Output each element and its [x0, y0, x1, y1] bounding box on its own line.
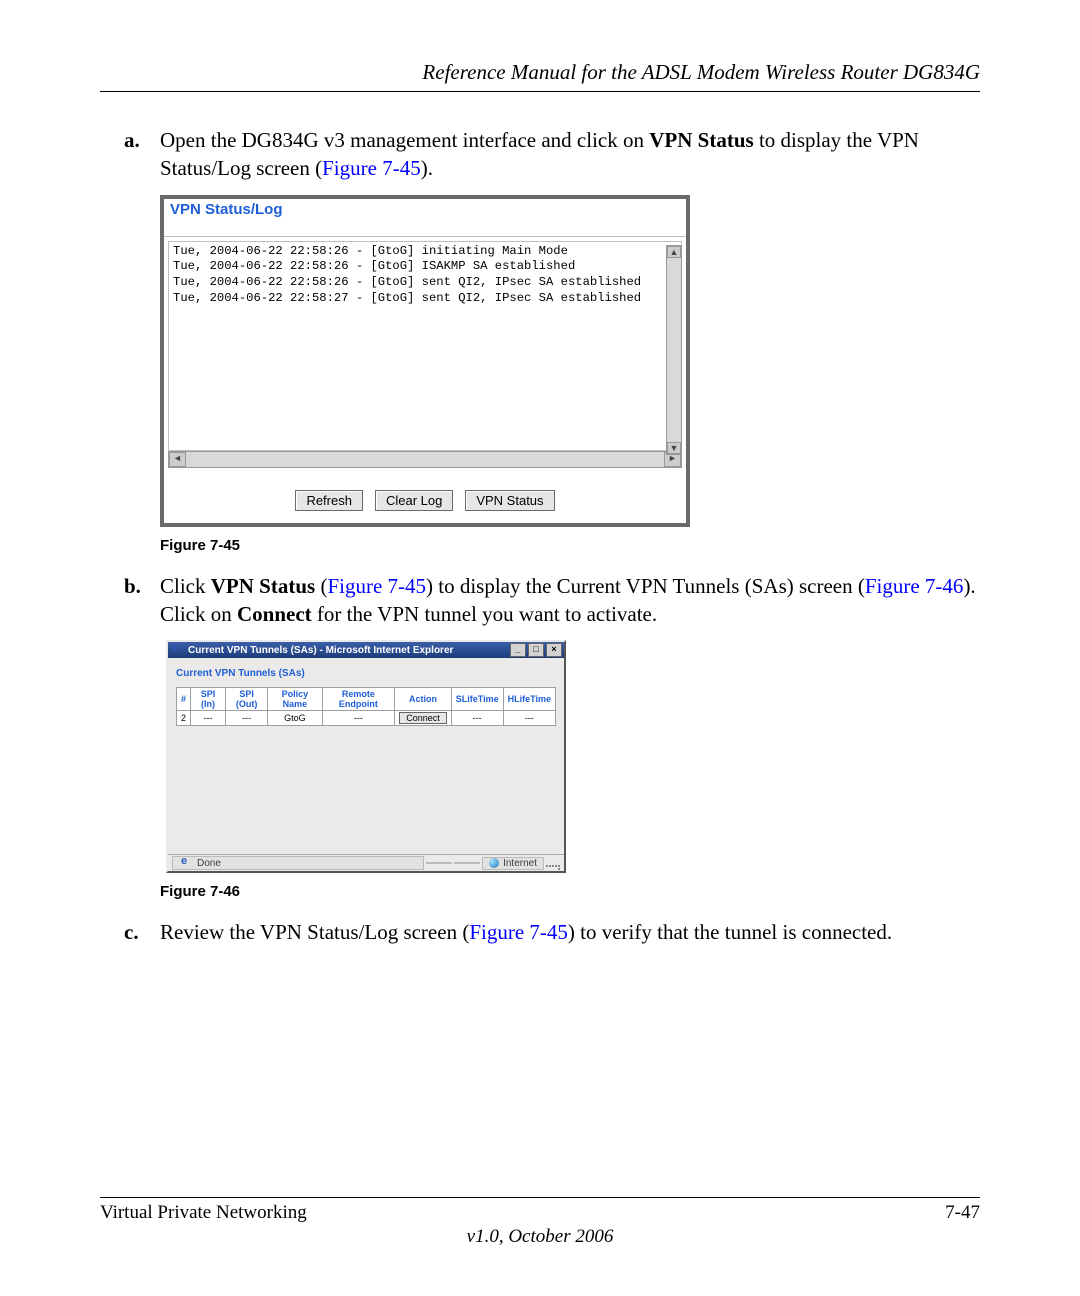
scroll-down-icon[interactable]: ▼: [667, 442, 681, 454]
step-marker: c.: [100, 918, 160, 946]
text: for the VPN tunnel you want to activate.: [312, 602, 657, 626]
text: Review the VPN Status/Log screen (: [160, 920, 469, 944]
table-header-row: # SPI (In) SPI (Out) Policy Name Remote …: [177, 688, 556, 711]
zone-text: Internet: [503, 858, 537, 869]
step-c: c. Review the VPN Status/Log screen (Fig…: [100, 918, 980, 946]
figure-reference[interactable]: Figure 7-45: [469, 920, 568, 944]
header-rule: [100, 91, 980, 92]
footer-section: Virtual Private Networking: [100, 1202, 307, 1224]
footer-page-number: 7-47: [945, 1202, 980, 1224]
footer-rule: [100, 1197, 980, 1198]
cell-slifetime: ---: [451, 711, 503, 726]
cell-remote: ---: [322, 711, 395, 726]
col-policy-name: Policy Name: [268, 688, 322, 711]
log-textarea[interactable]: Tue, 2004-06-22 22:58:26 - [GtoG] initia…: [168, 241, 682, 451]
maximize-button[interactable]: □: [528, 643, 544, 657]
status-seg: [454, 862, 480, 864]
minimize-button[interactable]: _: [510, 643, 526, 657]
status-bar: Done Internet: [168, 854, 564, 871]
text: (: [315, 574, 327, 598]
figure-caption: Figure 7-46: [160, 883, 980, 900]
panel-title: VPN Status/Log: [164, 199, 686, 237]
bold-text: VPN Status: [649, 128, 753, 152]
text: ).: [421, 156, 433, 180]
sa-table: # SPI (In) SPI (Out) Policy Name Remote …: [176, 687, 556, 726]
close-button[interactable]: ×: [546, 643, 562, 657]
vertical-scrollbar[interactable]: ▲▼: [666, 245, 682, 455]
text: ) to verify that the tunnel is connected…: [568, 920, 892, 944]
titlebar[interactable]: Current VPN Tunnels (SAs) - Microsoft In…: [168, 642, 564, 658]
scroll-left-icon[interactable]: ◄: [169, 452, 186, 467]
status-zone: Internet: [482, 857, 544, 870]
window-title: Current VPN Tunnels (SAs) - Microsoft In…: [184, 645, 508, 656]
vpn-status-log-panel: VPN Status/Log Tue, 2004-06-22 22:58:26 …: [160, 195, 690, 527]
internet-zone-icon: [489, 858, 499, 868]
col-spi-out: SPI (Out): [225, 688, 267, 711]
footer-version: v1.0, October 2006: [100, 1226, 980, 1248]
table-row: 2 --- --- GtoG --- Connect --- ---: [177, 711, 556, 726]
scroll-up-icon[interactable]: ▲: [667, 246, 681, 258]
text: Open the DG834G v3 management interface …: [160, 128, 649, 152]
spacer: [176, 726, 556, 846]
step-marker: a.: [100, 126, 160, 183]
status-seg: [426, 862, 452, 864]
ie-logo-icon: [170, 644, 182, 656]
col-number: #: [177, 688, 191, 711]
ie-window: Current VPN Tunnels (SAs) - Microsoft In…: [166, 640, 566, 873]
status-text: Done: [197, 858, 221, 869]
page-icon: [179, 857, 191, 869]
section-title: Current VPN Tunnels (SAs): [176, 668, 556, 679]
col-action: Action: [395, 688, 452, 711]
step-marker: b.: [100, 572, 160, 629]
refresh-button[interactable]: Refresh: [295, 490, 363, 511]
col-slifetime: SLifeTime: [451, 688, 503, 711]
cell-action: Connect: [395, 711, 452, 726]
cell-spi-out: ---: [225, 711, 267, 726]
figure-reference[interactable]: Figure 7-45: [322, 156, 421, 180]
running-header: Reference Manual for the ADSL Modem Wire…: [100, 60, 980, 85]
bold-text: VPN Status: [211, 574, 315, 598]
horizontal-scrollbar[interactable]: ◄►: [168, 451, 682, 468]
col-hlifetime: HLifeTime: [503, 688, 555, 711]
figure-reference[interactable]: Figure 7-45: [327, 574, 426, 598]
cell-policy: GtoG: [268, 711, 322, 726]
clear-log-button[interactable]: Clear Log: [375, 490, 453, 511]
cell-spi-in: ---: [191, 711, 226, 726]
text: ) to display the Current VPN Tunnels (SA…: [426, 574, 865, 598]
resize-grip-icon[interactable]: [546, 856, 560, 870]
step-b: b. Click VPN Status (Figure 7-45) to dis…: [100, 572, 980, 629]
cell-hlifetime: ---: [503, 711, 555, 726]
step-a: a. Open the DG834G v3 management interfa…: [100, 126, 980, 183]
col-spi-in: SPI (In): [191, 688, 226, 711]
connect-button[interactable]: Connect: [399, 712, 447, 724]
footer: Virtual Private Networking 7-47 v1.0, Oc…: [100, 1197, 980, 1248]
text: Click: [160, 574, 211, 598]
vpn-status-button[interactable]: VPN Status: [465, 490, 554, 511]
status-done: Done: [172, 856, 424, 870]
figure-reference[interactable]: Figure 7-46: [865, 574, 964, 598]
figure-caption: Figure 7-45: [160, 537, 980, 554]
bold-text: Connect: [237, 602, 312, 626]
button-row: Refresh Clear Log VPN Status: [164, 468, 686, 523]
col-remote-endpoint: Remote Endpoint: [322, 688, 395, 711]
cell-number: 2: [177, 711, 191, 726]
